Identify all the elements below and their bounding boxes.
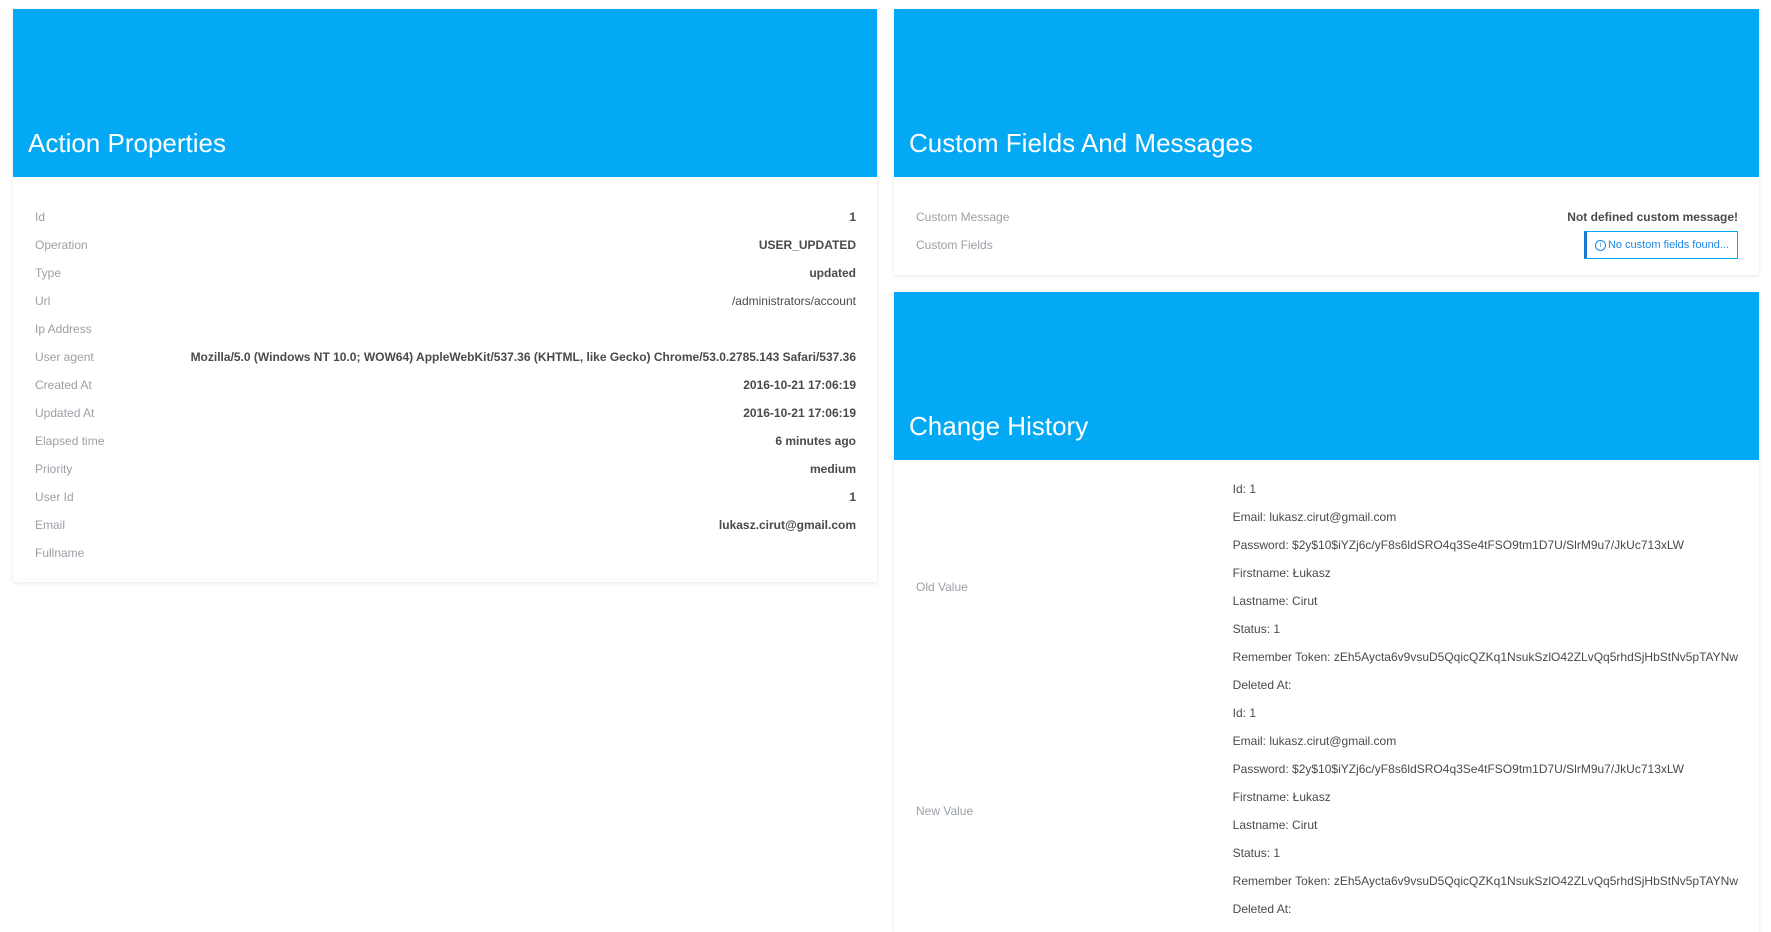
property-value: 1 bbox=[849, 490, 856, 504]
property-row: Ip Address bbox=[35, 315, 856, 343]
new-value-list: Id: 1 Email: lukasz.cirut@gmail.com Passwo… bbox=[1233, 699, 1738, 923]
new-value-line: Password: $2y$10$iYZj6c/yF8s6ldSRO4q3Se4… bbox=[1232, 762, 1684, 776]
property-label: Ip Address bbox=[35, 322, 92, 336]
property-value: /administrators/account bbox=[731, 294, 856, 308]
custom-fields-title: Custom Fields And Messages bbox=[909, 128, 1253, 158]
property-row: Operation USER_UPDATED bbox=[35, 231, 856, 259]
property-value: 2016-10-21 17:06:19 bbox=[743, 378, 856, 392]
property-value: 2016-10-21 17:06:19 bbox=[743, 406, 856, 420]
action-properties-list: Id 1 Operation USER_UPDATED Type updated Url/a… bbox=[13, 177, 877, 577]
property-label: Updated At bbox=[35, 406, 95, 420]
action-properties-card: Action Properties Id 1 Operation USER_UPDAT… bbox=[13, 9, 877, 582]
old-value-line: Deleted At: bbox=[1232, 678, 1292, 692]
new-value-line: Lastname: Cirut bbox=[1232, 818, 1318, 832]
property-label: Id bbox=[35, 210, 46, 224]
new-value-line: Id: 1 bbox=[1232, 706, 1257, 720]
new-value-line: Remember Token: zEh5Aycta6v9vsuD5QqicQZK… bbox=[1232, 874, 1738, 888]
change-history-title: Change History bbox=[909, 411, 1089, 441]
property-label: Operation bbox=[35, 238, 88, 252]
property-row: Elapsed time 6 minutes ago bbox=[35, 427, 856, 455]
custom-message-value: Not defined custom message! bbox=[1567, 210, 1738, 224]
info-icon: i bbox=[1594, 239, 1606, 251]
old-value-line: Password: $2y$10$iYZj6c/yF8s6ldSRO4q3Se4… bbox=[1232, 538, 1684, 552]
property-value: 6 minutes ago bbox=[775, 434, 856, 448]
old-value-line: Remember Token: zEh5Aycta6v9vsuD5QqicQZK… bbox=[1232, 650, 1738, 664]
new-value-line: Email: lukasz.cirut@gmail.com bbox=[1232, 734, 1397, 748]
property-row: User agent Mozilla/5.0 (Windows NT 10.0; … bbox=[35, 343, 856, 371]
custom-message-row: Custom Message Not defined custom messag… bbox=[916, 203, 1738, 231]
custom-fields-label: Custom Fields bbox=[916, 238, 993, 252]
property-value: USER_UPDATED bbox=[758, 238, 856, 252]
property-row: Priority medium bbox=[35, 455, 856, 483]
property-value: 1 bbox=[849, 210, 856, 224]
no-custom-fields-text: No custom fields found... bbox=[1607, 239, 1729, 251]
change-history-header: Change History bbox=[894, 292, 1759, 460]
property-row: Created At 2016-10-21 17:06:19 bbox=[35, 371, 856, 399]
old-value-list: Id: 1 Email: lukasz.cirut@gmail.com Passwo… bbox=[1233, 475, 1738, 699]
old-value-line: Lastname: Cirut bbox=[1232, 594, 1318, 608]
property-label: Elapsed time bbox=[35, 434, 105, 448]
custom-message-label: Custom Message bbox=[916, 210, 1010, 224]
property-row: Type updated bbox=[35, 259, 856, 287]
property-label: Email bbox=[35, 518, 66, 532]
property-label: Fullname bbox=[35, 546, 85, 560]
custom-fields-card: Custom Fields And Messages Custom Messag… bbox=[894, 9, 1759, 275]
property-row: Id 1 bbox=[35, 203, 856, 231]
old-value-row: Old Value Id: 1 Email: lukasz.cirut@gmail… bbox=[916, 475, 1738, 699]
action-properties-header: Action Properties bbox=[13, 9, 877, 177]
property-label: Created At bbox=[35, 378, 92, 392]
old-value-line: Email: lukasz.cirut@gmail.com bbox=[1232, 510, 1397, 524]
no-custom-fields-button[interactable]: i No custom fields found... bbox=[1583, 231, 1738, 259]
custom-fields-row: Custom Fields i No custom fields found..… bbox=[916, 231, 1738, 259]
action-properties-title: Action Properties bbox=[28, 128, 226, 158]
property-label: User agent bbox=[35, 350, 94, 364]
custom-fields-header: Custom Fields And Messages bbox=[894, 9, 1759, 177]
property-label: Priority bbox=[35, 462, 73, 476]
change-history-card: Change History Old Value Id: 1 Email: luk… bbox=[894, 292, 1759, 932]
property-label: Type bbox=[35, 266, 62, 280]
new-value-line: Firstname: Łukasz bbox=[1232, 790, 1331, 804]
new-value-line: Deleted At: bbox=[1232, 902, 1292, 916]
property-value: updated bbox=[809, 266, 856, 280]
property-row: Email lukasz.cirut@gmail.com bbox=[35, 511, 856, 539]
old-value-line: Id: 1 bbox=[1232, 482, 1257, 496]
property-value: lukasz.cirut@gmail.com bbox=[718, 518, 856, 532]
property-row: Url/administrators/account bbox=[35, 287, 856, 315]
change-history-body: Old Value Id: 1 Email: lukasz.cirut@gmail… bbox=[894, 460, 1759, 923]
old-value-label: Old Value bbox=[916, 580, 968, 594]
old-value-line: Status: 1 bbox=[1232, 622, 1281, 636]
property-row: User Id 1 bbox=[35, 483, 856, 511]
property-label: Url bbox=[35, 294, 51, 308]
property-value: medium bbox=[809, 462, 856, 476]
new-value-line: Status: 1 bbox=[1232, 846, 1281, 860]
property-row: Updated At 2016-10-21 17:06:19 bbox=[35, 399, 856, 427]
new-value-label: New Value bbox=[916, 804, 974, 818]
old-value-line: Firstname: Łukasz bbox=[1232, 566, 1331, 580]
property-row: Fullname bbox=[35, 539, 856, 567]
new-value-row: New Value Id: 1 Email: lukasz.cirut@gmail… bbox=[916, 699, 1738, 923]
property-label: User Id bbox=[35, 490, 74, 504]
property-value: Mozilla/5.0 (Windows NT 10.0; WOW64) App… bbox=[190, 350, 856, 364]
custom-fields-list: Custom Message Not defined custom messag… bbox=[894, 177, 1759, 269]
